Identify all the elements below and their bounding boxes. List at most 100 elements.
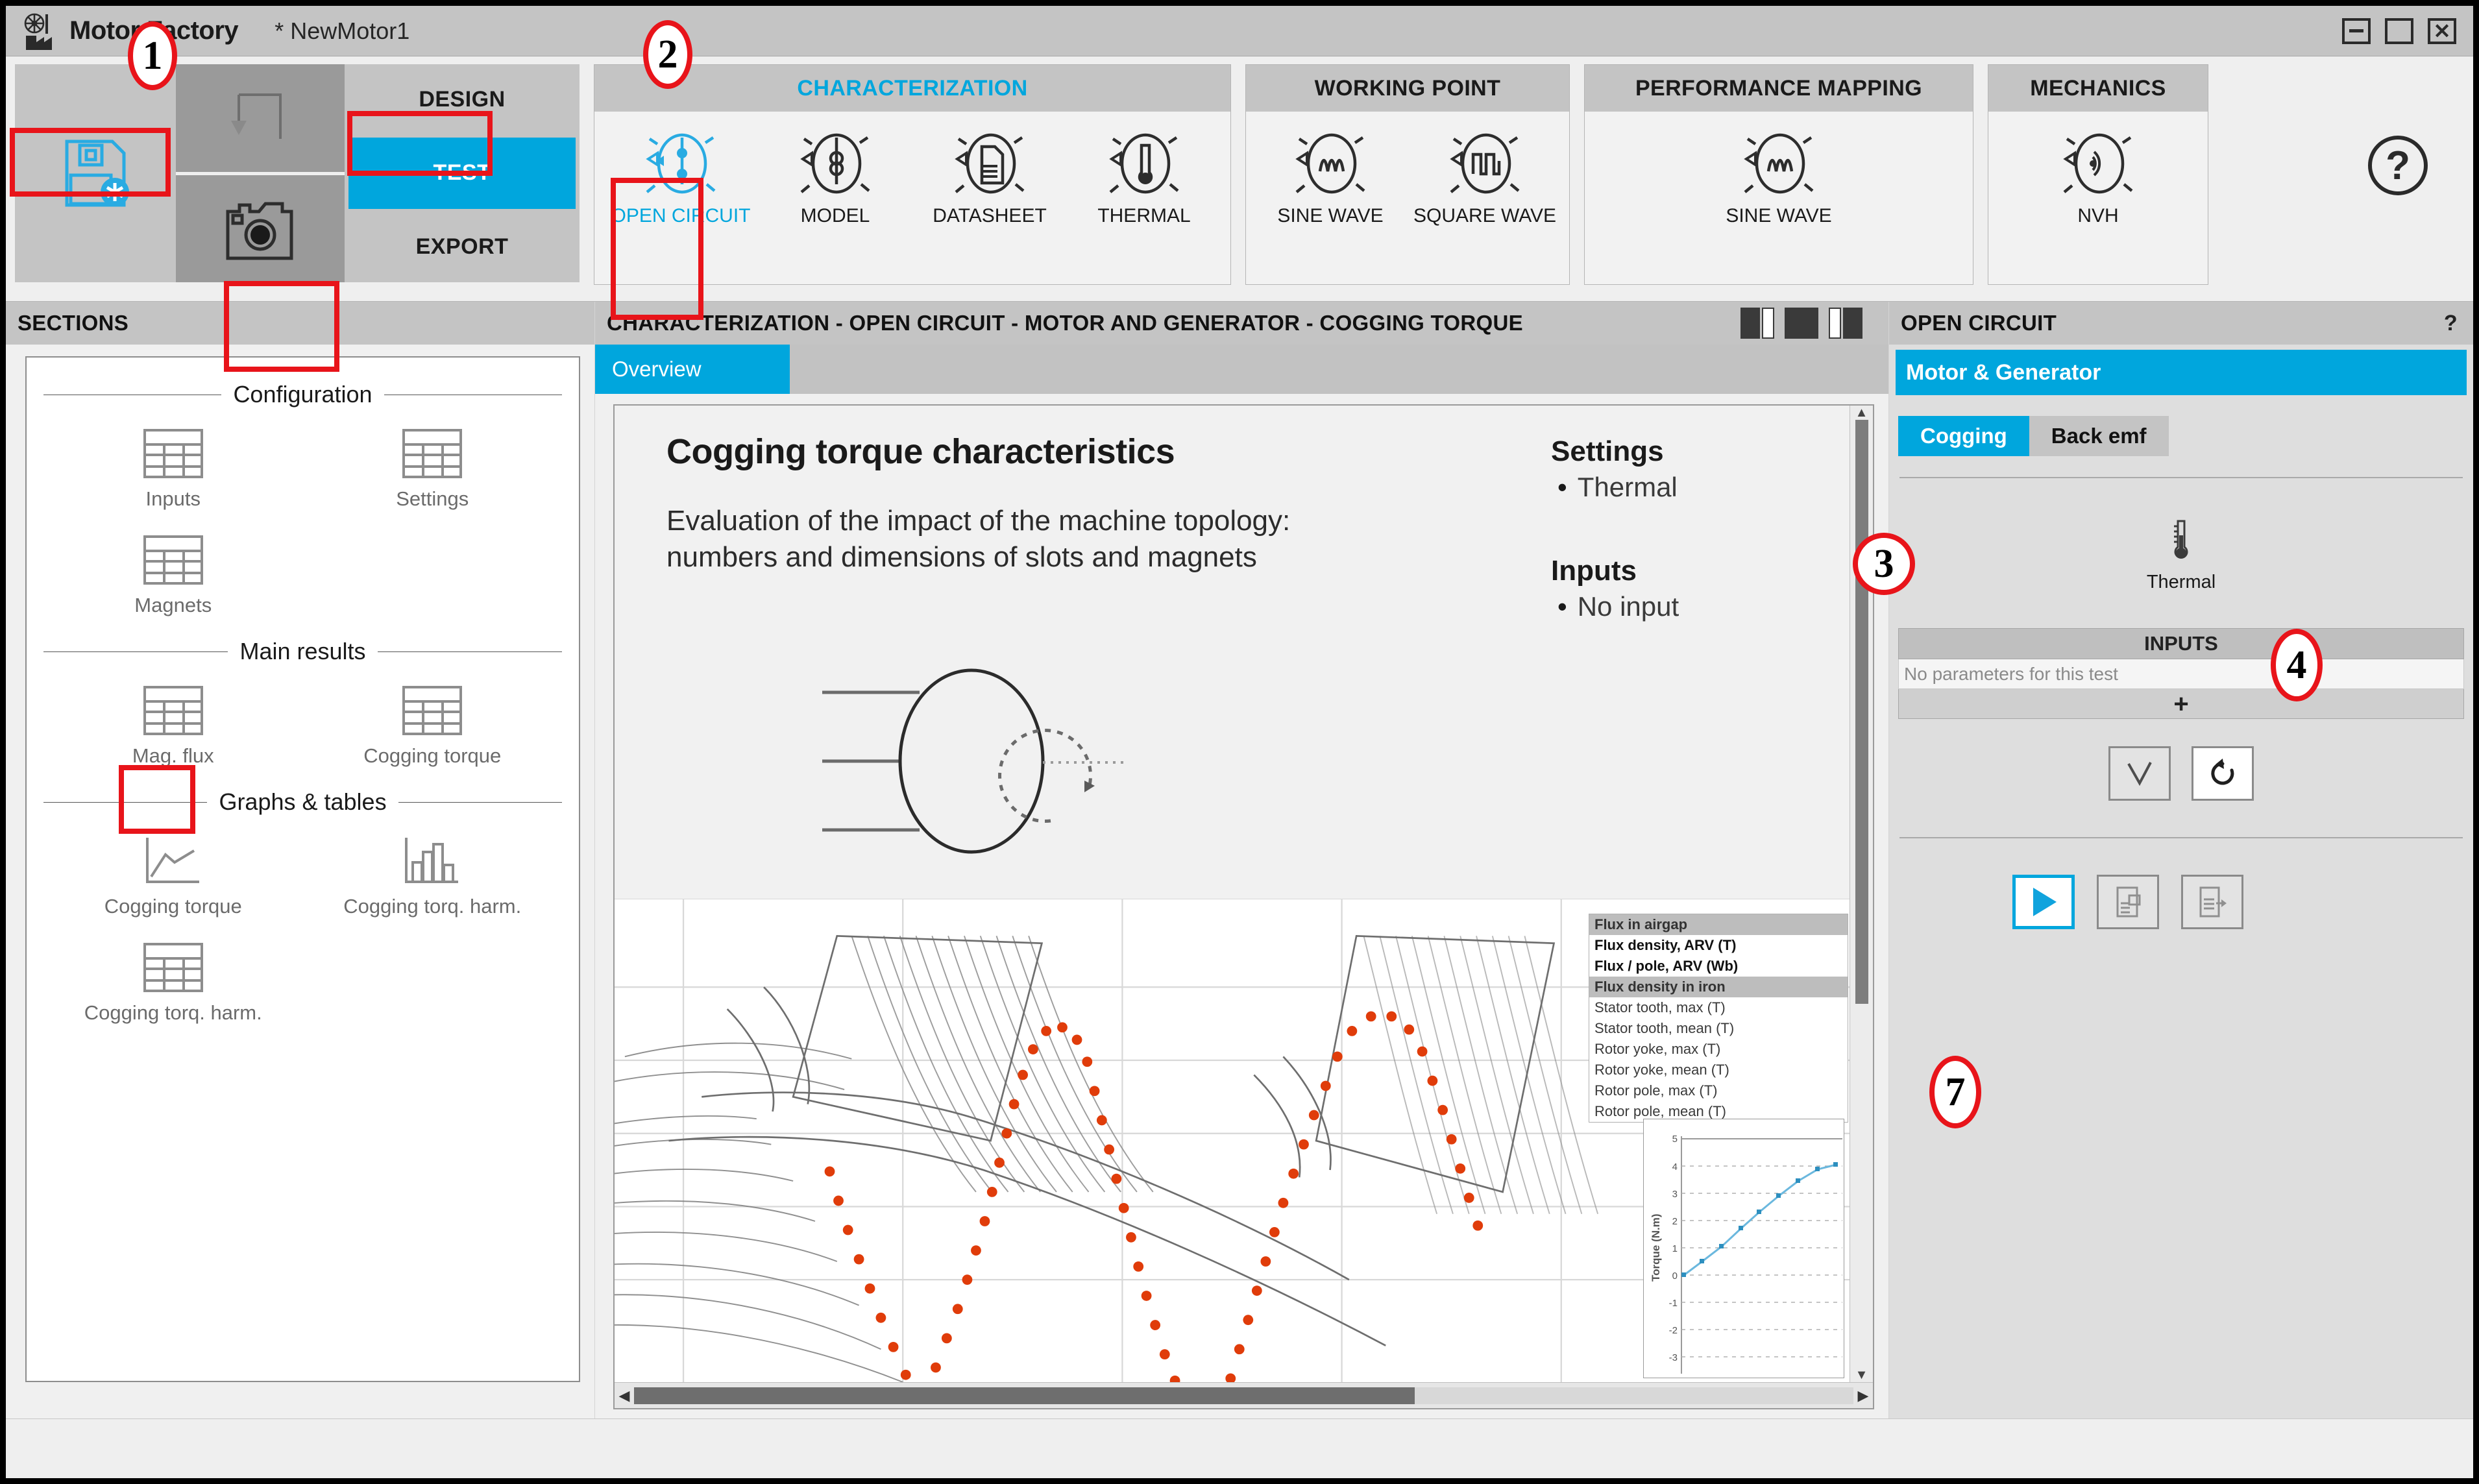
layout-split-right-button[interactable] — [1829, 308, 1862, 339]
check-icon — [2127, 762, 2152, 786]
right-panel-help-icon[interactable]: ? — [2444, 311, 2461, 336]
callout-2: 2 — [643, 20, 692, 89]
close-button[interactable]: ✕ — [2428, 18, 2456, 44]
overview-top: Cogging torque characteristics Evaluatio… — [615, 406, 1850, 899]
ribbon-label-thermal: THERMAL — [1097, 205, 1191, 226]
horizontal-scrollbar[interactable]: ◀ ▶ — [615, 1382, 1873, 1408]
ribbon-label-datasheet: DATASHEET — [933, 205, 1047, 226]
table-row: Rotor yoke, max (T) — [1594, 1041, 1721, 1057]
torque-chart: Torque (N.m) 5 4 3 2 1 0 -1 -2 -3 — [1643, 1119, 1844, 1378]
ribbon-item-thermal[interactable]: THERMAL — [1067, 121, 1221, 232]
ribbon-item-model[interactable]: MODEL — [758, 121, 912, 232]
table-row: Flux density in iron — [1589, 977, 1848, 997]
sidebar-tile-label: Inputs — [145, 487, 201, 510]
test-subtabs: Cogging Back emf — [1898, 416, 2473, 456]
reset-button[interactable] — [2192, 746, 2254, 801]
overview-side-info: Settings Thermal Inputs No input — [1551, 432, 1850, 899]
ribbon-item-pm-sine-wave[interactable]: SINE WAVE — [1702, 121, 1856, 232]
motor-generator-button[interactable]: Motor & Generator — [1896, 350, 2467, 395]
maximize-button[interactable] — [2385, 18, 2413, 44]
export-icon-cell[interactable] — [176, 171, 345, 282]
vertical-scroll-thumb[interactable] — [1855, 420, 1868, 1004]
horizontal-scroll-thumb[interactable] — [634, 1387, 1415, 1404]
table-row: Flux / pole, ARV (Wb) — [1594, 958, 1739, 974]
save-icon — [65, 140, 129, 207]
ribbon-label-wp-square-wave: SQUARE WAVE — [1413, 205, 1557, 226]
save-button[interactable] — [15, 64, 176, 282]
mode-export[interactable]: EXPORT — [345, 212, 580, 282]
subtab-cogging[interactable]: Cogging — [1898, 416, 2029, 456]
sidebar-group-configuration: Configuration — [43, 381, 563, 408]
layout-split-left-button[interactable] — [1740, 308, 1774, 339]
layout-full-button[interactable] — [1785, 308, 1818, 339]
chart-ylabel: Torque (N.m) — [1650, 1213, 1662, 1282]
scroll-left-arrow[interactable]: ◀ — [615, 1387, 634, 1404]
sidebar-tile-label: Cogging torque — [104, 895, 242, 918]
sidebar-tile-mag-flux[interactable]: Mag. flux — [43, 668, 303, 774]
scroll-up-arrow[interactable]: ▲ — [1855, 406, 1868, 420]
run-test-button[interactable] — [2012, 875, 2075, 929]
ribbon-item-wp-sine-wave[interactable]: SINE WAVE — [1253, 121, 1408, 232]
svg-text:5: 5 — [1672, 1134, 1678, 1145]
sidebar-tile-label: Cogging torq. harm. — [343, 895, 522, 918]
group-title-characterization: CHARACTERIZATION — [594, 65, 1230, 112]
sidebar-tile-cogging-harm-table[interactable]: Cogging torq. harm. — [43, 925, 303, 1031]
inputs-empty-message: No parameters for this test — [1898, 659, 2464, 689]
group-title-performance-mapping: PERFORMANCE MAPPING — [1585, 65, 1973, 112]
sidebar-tile-cogging-harm-graph[interactable]: Cogging torq. harm. — [303, 818, 563, 925]
ribbon-group-mechanics: MECHANICS NVH — [1988, 64, 2208, 285]
ribbon-label-pm-sine-wave: SINE WAVE — [1726, 205, 1832, 226]
table-icon — [402, 686, 463, 735]
tab-overview[interactable]: Overview — [595, 345, 790, 394]
design-icon-cell[interactable] — [176, 64, 345, 172]
center-header-title: CHARACTERIZATION - OPEN CIRCUIT - MOTOR … — [607, 311, 1523, 335]
play-icon — [2033, 888, 2057, 916]
ribbon-item-nvh[interactable]: NVH — [2021, 121, 2175, 232]
sidebar-tile-cogging-torque-graph[interactable]: Cogging torque — [43, 818, 303, 925]
callout-number: 7 — [1945, 1069, 1966, 1114]
sidebar-group-label: Configuration — [233, 381, 372, 407]
svg-text:3: 3 — [1672, 1189, 1678, 1200]
thermal-button-label: Thermal — [2146, 572, 2216, 592]
confirm-button[interactable] — [2108, 746, 2171, 801]
minimize-button[interactable] — [2342, 18, 2371, 44]
action-buttons-row — [2012, 875, 2473, 929]
sidebar-tile-cogging-torque-table[interactable]: Cogging torque — [303, 668, 563, 774]
open-circuit-panel: OPEN CIRCUIT ? Motor & Generator Cogging… — [10, 128, 2473, 1418]
inputs-section-title: INPUTS — [1898, 628, 2464, 659]
ribbon-item-open-circuit[interactable]: OPEN CIRCUIT — [604, 121, 758, 232]
motor-factory-window: Motor Factory * NewMotor1 ✕ DESIGN TEST … — [5, 5, 2474, 1479]
window-controls: ✕ — [2342, 18, 2456, 44]
view-tabs: Overview — [595, 345, 1888, 394]
sidebar-tile-label: Mag. flux — [132, 744, 214, 767]
help-button[interactable]: ? — [2368, 136, 2428, 195]
sidebar-tile-label: Magnets — [134, 594, 212, 616]
generate-report-button[interactable] — [2181, 875, 2243, 929]
mode-test[interactable]: TEST — [348, 138, 576, 209]
sidebar-tile-magnets[interactable]: Magnets — [43, 517, 303, 624]
flux-results-table: Flux in airgap Flux density, ARV (T) Flu… — [1589, 914, 1848, 1123]
inputs-item: No input — [1551, 591, 1850, 622]
sections-header: SECTIONS — [6, 302, 594, 345]
sidebar-tile-inputs[interactable]: Inputs — [43, 411, 303, 517]
scroll-right-arrow[interactable]: ▶ — [1853, 1387, 1873, 1404]
subtab-back-emf[interactable]: Back emf — [2029, 416, 2169, 456]
line-chart-icon — [145, 838, 199, 883]
add-input-button[interactable]: + — [1898, 689, 2464, 719]
right-panel-title: OPEN CIRCUIT — [1901, 311, 2057, 335]
callout-number: 4 — [2286, 642, 2307, 687]
ribbon-item-datasheet[interactable]: DATASHEET — [912, 121, 1067, 232]
table-row: Flux in airgap — [1589, 914, 1848, 935]
report-doc-icon — [2199, 886, 2227, 918]
ribbon-item-wp-square-wave[interactable]: SQUARE WAVE — [1408, 121, 1562, 232]
panel-divider — [1899, 477, 2463, 478]
thermal-settings-button[interactable]: Thermal — [2125, 507, 2237, 600]
export-results-button[interactable] — [2097, 875, 2159, 929]
settings-heading: Settings — [1551, 435, 1664, 467]
layout-buttons — [1740, 308, 1877, 339]
scroll-down-arrow[interactable]: ▼ — [1855, 1368, 1868, 1382]
table-row: Rotor pole, max (T) — [1594, 1082, 1718, 1099]
callout-4: 4 — [2271, 629, 2323, 701]
sidebar-tile-settings[interactable]: Settings — [303, 411, 563, 517]
mode-design[interactable]: DESIGN — [345, 64, 580, 135]
